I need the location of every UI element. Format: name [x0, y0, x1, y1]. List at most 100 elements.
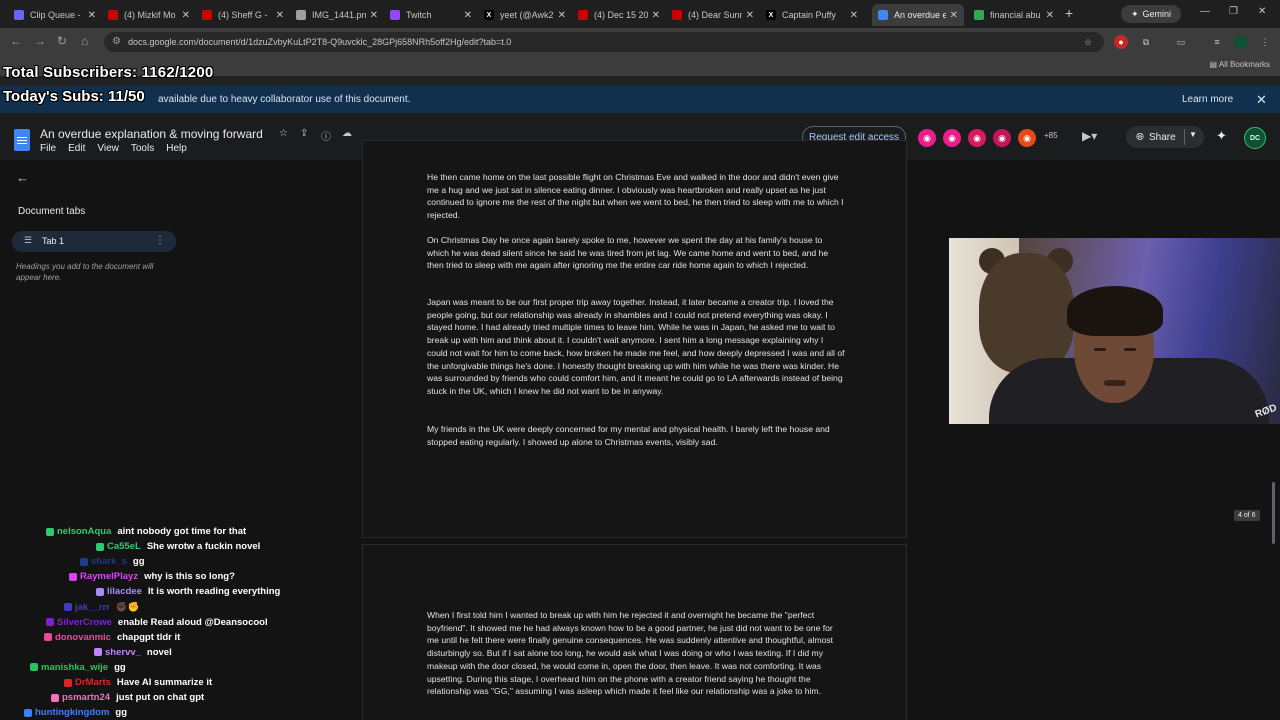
chat-text: ✊🏿✊	[115, 601, 140, 613]
info-icon[interactable]: ⓘ	[321, 128, 331, 143]
close-tab-icon[interactable]: ✕	[182, 10, 190, 21]
gemini-button[interactable]: ✦ Gemini	[1121, 5, 1182, 23]
menu-tools[interactable]: Tools	[131, 143, 154, 154]
document-title[interactable]: An overdue explanation & moving forward	[40, 127, 263, 141]
star-icon[interactable]: ☆	[279, 128, 288, 139]
menu-file[interactable]: File	[40, 143, 56, 154]
close-tab-icon[interactable]: ✕	[652, 10, 660, 21]
back-icon[interactable]: ←	[10, 34, 22, 48]
viewer-avatar-icon[interactable]: ◉	[943, 129, 961, 147]
close-tab-icon[interactable]: ✕	[950, 10, 958, 21]
chat-text: It is worth reading everything	[147, 586, 281, 598]
profile-avatar[interactable]: DC	[1244, 127, 1266, 149]
gemini-sparkle-icon[interactable]: ✦	[1216, 128, 1227, 144]
viewer-avatar-icon[interactable]: ◉	[1018, 129, 1036, 147]
chat-message: Ca55eL She wrotw a fuckin novel	[96, 539, 260, 554]
menu-view[interactable]: View	[97, 143, 119, 154]
scrollbar-thumb[interactable]	[1272, 482, 1275, 544]
close-tab-icon[interactable]: ✕	[558, 10, 566, 21]
site-info-icon[interactable]: ⚙	[112, 36, 121, 47]
document-tab-1[interactable]: ☰ Tab 1 ⋮	[12, 231, 176, 252]
close-tab-icon[interactable]: ✕	[746, 10, 754, 21]
maximize-icon[interactable]: ❐	[1229, 6, 1238, 17]
menu-help[interactable]: Help	[166, 143, 187, 154]
browser-tab[interactable]: (4) Dear Sunn ✕	[666, 4, 760, 26]
close-tab-icon[interactable]: ✕	[88, 10, 96, 21]
close-tab-icon[interactable]: ✕	[850, 10, 858, 21]
chat-username[interactable]: jak__rrr	[75, 602, 110, 613]
chat-username[interactable]: psmartn24	[62, 692, 110, 703]
document-page[interactable]: When I first told him I wanted to break …	[362, 544, 907, 720]
close-window-icon[interactable]: ✕	[1258, 6, 1266, 17]
browser-tab-active[interactable]: An overdue e ✕	[872, 4, 964, 26]
menu-edit[interactable]: Edit	[68, 143, 85, 154]
chat-username[interactable]: shark_s	[91, 556, 127, 567]
streamer-eye	[1124, 348, 1136, 351]
chevron-down-icon[interactable]: ▼	[1189, 130, 1197, 139]
profile-icon[interactable]	[1234, 35, 1248, 49]
cast-icon[interactable]: ▭	[1174, 35, 1188, 49]
browser-tab[interactable]: IMG_1441.pn ✕	[290, 4, 384, 26]
more-options-icon[interactable]: ⋮	[155, 235, 165, 246]
viewer-avatar-icon[interactable]: ◉	[918, 129, 936, 147]
chat-badge-icon	[64, 678, 72, 687]
all-bookmarks-button[interactable]: ▤ All Bookmarks	[1210, 60, 1270, 69]
viewer-avatar-icon[interactable]: ◉	[968, 129, 986, 147]
chat-username[interactable]: shervv_	[105, 647, 141, 658]
chat-username[interactable]: RaymelPlayz	[80, 571, 138, 582]
chat-username[interactable]: lilacdee	[107, 586, 142, 597]
x-favicon-icon: X	[766, 10, 776, 20]
chat-username[interactable]: SilverCrowe	[57, 617, 112, 628]
browser-tab[interactable]: (4) Sheff G - ✕	[196, 4, 290, 26]
chat-username[interactable]: manishka_wije	[41, 662, 108, 673]
learn-more-link[interactable]: Learn more	[1182, 94, 1233, 105]
browser-tab[interactable]: Twitch ✕	[384, 4, 478, 26]
browser-tab-strip: Clip Queue - ✕ (4) Mizkif Mo ✕ (4) Sheff G…	[0, 0, 1280, 28]
docs-menu-bar: File Edit View Tools Help	[40, 143, 187, 154]
new-tab-icon[interactable]: +	[1065, 5, 1073, 21]
back-arrow-icon[interactable]: ←	[16, 170, 29, 185]
chat-username[interactable]: nelsonAqua	[57, 526, 111, 537]
close-tab-icon[interactable]: ✕	[370, 10, 378, 21]
document-page[interactable]: He then came home on the last possible f…	[362, 140, 907, 538]
paragraph: When I first told him I wanted to break …	[427, 610, 834, 697]
chat-text: why is this so long?	[144, 571, 235, 583]
close-banner-icon[interactable]: ✕	[1256, 92, 1267, 108]
viewer-avatar-icon[interactable]: ◉	[993, 129, 1011, 147]
browser-menu-icon[interactable]: ⋮	[1258, 35, 1272, 49]
address-bar[interactable]: ⚙ docs.google.com/document/d/1dzuZvbyKuL…	[104, 32, 1104, 52]
browser-tab[interactable]: (4) Mizkif Mo ✕	[102, 4, 196, 26]
extension-red-icon[interactable]: ●	[1114, 35, 1128, 49]
chat-message: manishka_wije gg	[30, 660, 126, 675]
paragraph: My friends in the UK were deeply concern…	[427, 424, 830, 447]
forward-icon[interactable]: →	[34, 34, 46, 48]
browser-tab[interactable]: Xyeet (@Awk2 ✕	[478, 4, 572, 26]
chat-text: just put on chat gpt	[116, 692, 205, 704]
extensions-icon[interactable]: ⧉	[1139, 35, 1153, 49]
cloud-status-icon[interactable]: ☁	[342, 128, 352, 139]
home-icon[interactable]: ⌂	[81, 34, 88, 48]
docs-logo-icon[interactable]	[14, 129, 30, 151]
chat-badge-icon	[96, 542, 104, 551]
reload-icon[interactable]: ↻	[57, 34, 67, 48]
extra-viewers-count[interactable]: +85	[1044, 131, 1058, 140]
browser-tab[interactable]: financial abu ✕	[968, 4, 1060, 26]
tab-search-icon[interactable]: ≡	[1210, 35, 1224, 49]
close-tab-icon[interactable]: ✕	[1046, 10, 1054, 21]
chat-username[interactable]: donovanmic	[55, 632, 111, 643]
browser-tab[interactable]: (4) Dec 15 20 ✕	[572, 4, 666, 26]
chat-username[interactable]: DrMarts	[75, 677, 111, 688]
meet-video-icon[interactable]: ▶▾	[1082, 129, 1097, 143]
browser-tab[interactable]: Clip Queue - ✕	[8, 4, 102, 26]
chat-username[interactable]: huntingkingdom	[35, 707, 109, 718]
total-subscribers-overlay: Total Subscribers: 1162/1200	[3, 64, 214, 81]
chat-username[interactable]: Ca55eL	[107, 541, 141, 552]
browser-tab[interactable]: X Captain Puffy ✕	[760, 4, 864, 26]
chat-message: lilacdee It is worth reading everything	[96, 584, 280, 599]
x-favicon-icon: X	[484, 10, 494, 20]
bookmark-star-icon[interactable]: ☆	[1081, 35, 1095, 49]
close-tab-icon[interactable]: ✕	[276, 10, 284, 21]
close-tab-icon[interactable]: ✕	[464, 10, 472, 21]
minimize-icon[interactable]: —	[1200, 6, 1210, 17]
move-icon[interactable]: ⇪	[300, 128, 308, 139]
